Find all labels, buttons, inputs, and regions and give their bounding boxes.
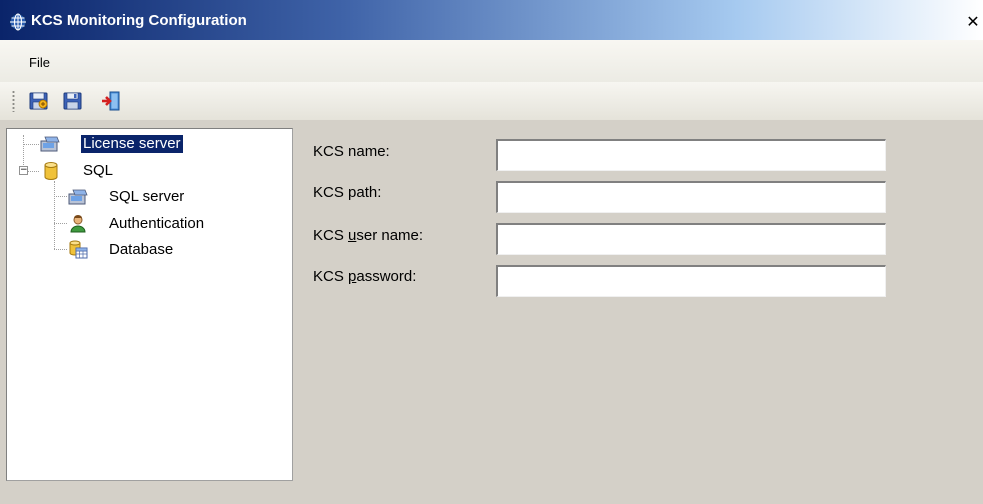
save-button[interactable] [62, 90, 84, 112]
tree-item-database[interactable]: Database [7, 239, 287, 261]
save-load-button[interactable] [28, 90, 50, 112]
exit-icon [102, 91, 120, 111]
tree-item-label: SQL server [109, 188, 185, 205]
window-title: KCS Monitoring Configuration [31, 12, 247, 29]
kcs-name-input[interactable] [496, 139, 886, 171]
kcs-user-name-input[interactable] [496, 223, 886, 255]
kcs-name-label: KCS name: [313, 143, 390, 160]
toolbar [0, 82, 983, 120]
exit-button[interactable] [100, 90, 122, 112]
menu-bar: File [0, 40, 983, 82]
kcs-password-input[interactable] [496, 265, 886, 297]
label-text: KCS [313, 268, 349, 285]
label-text: ser name: [356, 227, 424, 244]
save-load-icon [29, 92, 48, 110]
server-computer-icon [40, 136, 60, 152]
database-table-icon [69, 240, 88, 259]
tree-item-sql[interactable]: − SQL [7, 160, 287, 182]
close-button[interactable]: ✕ [965, 14, 981, 30]
user-icon [70, 215, 86, 233]
main-window: KCS Monitoring Configuration ✕ File Lice… [0, 0, 983, 504]
title-bar[interactable]: KCS Monitoring Configuration ✕ [0, 0, 983, 40]
label-text: KCS [313, 227, 349, 244]
kcs-path-label: KCS path: [313, 184, 382, 201]
tree-item-label: Database [109, 241, 174, 258]
kcs-path-input[interactable] [496, 181, 886, 213]
save-icon [63, 92, 82, 110]
toolbar-grip[interactable] [12, 90, 15, 112]
collapse-toggle[interactable]: − [19, 166, 28, 175]
server-computer-icon [68, 189, 88, 205]
kcs-user-name-label: KCS user name: [313, 227, 423, 245]
database-cylinder-icon [44, 162, 58, 180]
menu-file[interactable]: File [27, 54, 52, 72]
tree-item-authentication[interactable]: Authentication [7, 213, 287, 235]
tree-item-sql-server[interactable]: SQL server [7, 186, 287, 208]
globe-app-icon [9, 13, 27, 31]
tree-item-label: SQL [83, 162, 114, 179]
label-text: assword: [356, 268, 417, 285]
tree-item-label: Authentication [109, 215, 205, 232]
kcs-password-label: KCS password: [313, 268, 416, 286]
tree-item-license-server[interactable]: License server [7, 133, 287, 155]
tree-item-label: License server [80, 134, 184, 154]
navigation-tree[interactable]: License server − SQL SQL server Authenti… [6, 128, 293, 481]
